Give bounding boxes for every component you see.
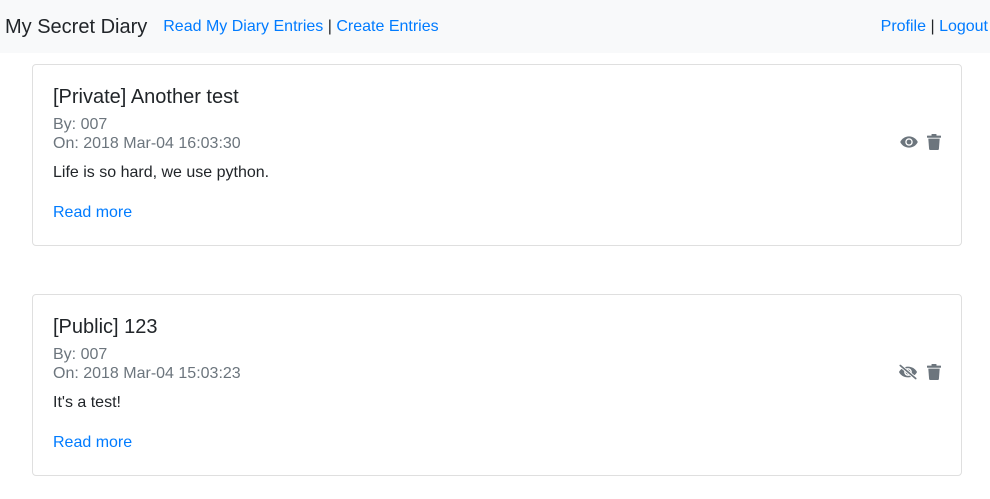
- delete-entry-button[interactable]: [927, 364, 941, 380]
- eye-icon[interactable]: [900, 136, 918, 148]
- entry-actions: [900, 134, 941, 150]
- entry-author: By: 007: [53, 116, 108, 133]
- nav-link-profile[interactable]: Profile: [881, 18, 926, 35]
- read-more-row: Read more: [53, 431, 941, 455]
- diary-entry-card: [Private] Another test By: 007 On: 2018 …: [32, 64, 962, 246]
- diary-entries-list: [Private] Another test By: 007 On: 2018 …: [0, 64, 990, 476]
- brand-title[interactable]: My Secret Diary: [5, 15, 147, 39]
- entry-title: [Private] Another test: [53, 86, 239, 108]
- eye-slash-icon[interactable]: [898, 364, 918, 380]
- diary-entry-card: [Public] 123 By: 007 On: 2018 Mar-04 15:…: [32, 294, 962, 476]
- trash-icon[interactable]: [927, 134, 941, 150]
- nav-link-create-entries[interactable]: Create Entries: [336, 18, 438, 35]
- nav-link-read-entries[interactable]: Read My Diary Entries: [163, 18, 323, 35]
- nav-separator: |: [930, 17, 935, 35]
- nav-separator: |: [327, 17, 332, 35]
- entry-date: On: 2018 Mar-04 16:03:30: [53, 135, 241, 152]
- nav-user-links: Profile | Logout: [881, 17, 988, 37]
- toggle-visibility-button[interactable]: [900, 136, 918, 148]
- nav-links: Read My Diary Entries | Create Entries: [163, 17, 438, 37]
- toggle-visibility-button[interactable]: [898, 364, 918, 380]
- read-more-link[interactable]: Read more: [53, 434, 132, 451]
- nav-link-logout[interactable]: Logout: [939, 18, 988, 35]
- entry-excerpt: Life is so hard, we use python.: [53, 164, 270, 181]
- read-more-link[interactable]: Read more: [53, 204, 132, 221]
- read-more-row: Read more: [53, 201, 941, 225]
- page: { "navbar": { "brand": "My Secret Diary"…: [0, 0, 990, 499]
- entry-actions: [898, 364, 941, 380]
- entry-excerpt: It's a test!: [53, 394, 121, 411]
- trash-icon[interactable]: [927, 364, 941, 380]
- navbar: My Secret Diary Read My Diary Entries | …: [0, 0, 990, 53]
- entry-author: By: 007: [53, 346, 108, 363]
- entry-title: [Public] 123: [53, 316, 158, 338]
- delete-entry-button[interactable]: [927, 134, 941, 150]
- entry-date: On: 2018 Mar-04 15:03:23: [53, 365, 241, 382]
